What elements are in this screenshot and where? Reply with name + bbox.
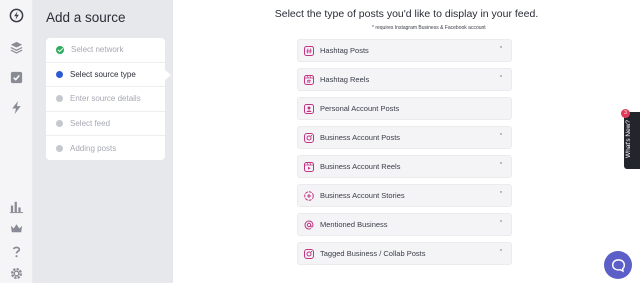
option-label: Hashtag Posts <box>320 46 369 55</box>
notification-badge: 3 <box>621 109 630 118</box>
whats-new-label: What's New? <box>625 119 632 159</box>
step-label: Adding posts <box>70 144 117 154</box>
option-business-account-stories[interactable]: Business Account Stories * <box>297 184 512 207</box>
pending-dot-icon <box>56 145 63 153</box>
page-title: Select the type of posts you'd like to d… <box>274 8 539 20</box>
pending-dot-icon <box>56 120 63 128</box>
option-tagged-business-collab-posts[interactable]: Tagged Business / Collab Posts * <box>297 242 512 265</box>
step-enter-source-details: Enter source details <box>46 87 165 112</box>
layers-icon[interactable] <box>8 39 25 56</box>
instagram-icon <box>304 132 314 143</box>
stories-icon <box>304 190 314 201</box>
step-adding-posts: Adding posts <box>46 136 165 161</box>
bar-chart-icon[interactable] <box>8 198 25 215</box>
option-hashtag-reels[interactable]: Hashtag Reels * <box>297 68 512 91</box>
steps-list: Select network Select source type Enter … <box>46 38 171 161</box>
option-hashtag-posts[interactable]: Hashtag Posts * <box>297 39 512 62</box>
requires-business-marker: * <box>500 191 502 197</box>
bolt-logo-icon[interactable] <box>8 7 25 24</box>
at-sign-icon <box>304 219 314 230</box>
help-icon[interactable] <box>8 243 25 260</box>
app: Add a source Select network Select sourc… <box>0 0 640 283</box>
option-label: Personal Account Posts <box>320 104 400 113</box>
option-personal-account-posts[interactable]: Personal Account Posts <box>297 97 512 120</box>
option-business-account-reels[interactable]: Business Account Reels * <box>297 155 512 178</box>
option-business-account-posts[interactable]: Business Account Posts * <box>297 126 512 149</box>
hashtag-icon <box>304 45 314 56</box>
requires-business-marker: * <box>500 249 502 255</box>
step-select-feed: Select feed <box>46 112 165 137</box>
requires-business-marker: * <box>500 75 502 81</box>
step-label: Enter source details <box>70 94 141 104</box>
requires-business-marker: * <box>500 46 502 52</box>
option-label: Business Account Stories <box>320 191 405 200</box>
option-mentioned-business[interactable]: Mentioned Business * <box>297 213 512 236</box>
check-circle-icon <box>56 45 64 54</box>
step-label: Select feed <box>70 119 111 129</box>
requires-business-marker: * <box>500 220 502 226</box>
option-label: Mentioned Business <box>320 220 388 229</box>
step-label: Select network <box>71 45 124 55</box>
steps-title: Add a source <box>46 10 126 25</box>
whats-new-tab[interactable]: What's New? <box>624 112 640 169</box>
chat-launcher-button[interactable] <box>604 251 632 279</box>
option-label: Business Account Posts <box>320 133 401 142</box>
chat-bubble-icon <box>611 258 625 272</box>
option-label: Tagged Business / Collab Posts <box>320 249 426 258</box>
option-label: Hashtag Reels <box>320 75 370 84</box>
icon-rail <box>0 0 33 283</box>
crown-icon[interactable] <box>8 220 25 237</box>
lightning-icon[interactable] <box>8 99 25 116</box>
pending-dot-icon <box>56 95 63 103</box>
source-type-list: Hashtag Posts * Hashtag Reels * Personal… <box>297 39 512 271</box>
requires-business-marker: * <box>500 162 502 168</box>
steps-panel: Add a source Select network Select sourc… <box>33 0 173 283</box>
hashtag-reels-icon <box>304 74 314 85</box>
step-select-source-type[interactable]: Select source type <box>46 63 171 88</box>
instagram-icon <box>304 248 314 259</box>
active-dot-icon <box>56 70 63 78</box>
option-label: Business Account Reels <box>320 162 401 171</box>
requirements-note: * requires Instagram Business & Facebook… <box>372 25 486 31</box>
person-icon <box>304 103 314 114</box>
gear-icon[interactable] <box>8 265 25 282</box>
check-square-icon[interactable] <box>8 69 25 86</box>
reels-icon <box>304 161 314 172</box>
step-label: Select source type <box>70 69 136 79</box>
step-select-network[interactable]: Select network <box>46 38 165 63</box>
requires-business-marker: * <box>500 133 502 139</box>
